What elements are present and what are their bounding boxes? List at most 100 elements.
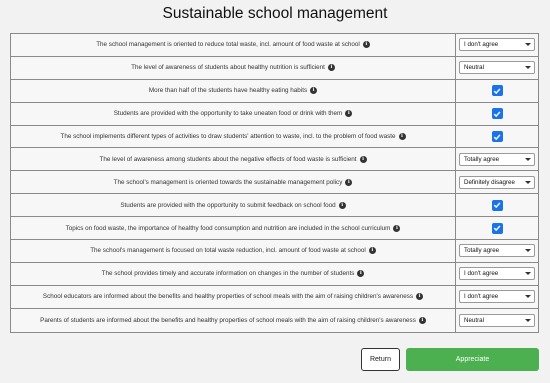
- answer-select[interactable]: Totally agree: [459, 244, 535, 258]
- info-icon[interactable]: i: [368, 247, 376, 255]
- chevron-down-icon: [525, 157, 531, 161]
- table-row: More than half of the students have heal…: [11, 79, 538, 103]
- question-cell: Students are provided with the opportuni…: [11, 102, 456, 125]
- answer-cell: Totally agree: [456, 148, 538, 170]
- question-cell: Topics on food waste, the importance of …: [11, 217, 456, 240]
- question-cell: The level of awareness of students about…: [11, 56, 456, 79]
- checkmark-icon: [493, 111, 501, 117]
- checkmark-icon: [493, 133, 501, 140]
- checkmark-icon: [493, 225, 501, 232]
- info-icon[interactable]: i: [362, 41, 370, 49]
- table-row: Students are provided with the opportuni…: [11, 194, 538, 218]
- answer-select[interactable]: I don't agree: [459, 267, 535, 281]
- chevron-down-icon: [525, 295, 531, 299]
- chevron-down-icon: [525, 43, 531, 47]
- table-row: Parents of students are informed about t…: [11, 308, 538, 332]
- question-cell: The school provides timely and accurate …: [11, 262, 456, 285]
- chevron-down-icon: [525, 249, 531, 253]
- table-row: The school provides timely and accurate …: [11, 262, 538, 286]
- table-row: School educators are informed about the …: [11, 285, 538, 309]
- answer-checkbox[interactable]: [491, 85, 503, 97]
- answer-checkbox[interactable]: [491, 199, 503, 211]
- info-icon[interactable]: i: [345, 110, 353, 118]
- answer-cell: Neutral: [456, 309, 538, 332]
- info-icon[interactable]: i: [416, 293, 424, 301]
- answer-select-value: Neutral: [464, 316, 484, 324]
- info-icon[interactable]: i: [359, 155, 367, 163]
- answer-select-value: I don't agree: [464, 41, 499, 49]
- survey-table: The school management is oriented to red…: [10, 33, 539, 333]
- answer-cell: [456, 80, 538, 102]
- question-text: The school provides timely and accurate …: [101, 270, 355, 278]
- answer-cell: I don't agree: [456, 286, 538, 308]
- question-cell: The school implements different types of…: [11, 125, 456, 148]
- question-cell: The level of awareness among students ab…: [11, 148, 456, 171]
- answer-select-value: Totally agree: [464, 247, 500, 255]
- info-icon[interactable]: i: [398, 133, 406, 140]
- question-text: School educators are informed about the …: [42, 293, 414, 301]
- answer-select-value: Totally agree: [464, 155, 500, 163]
- question-text: Topics on food waste, the importance of …: [65, 224, 391, 232]
- appreciate-button[interactable]: Appreciate: [406, 348, 539, 371]
- checkmark-icon: [493, 202, 501, 209]
- chevron-down-icon: [525, 66, 531, 70]
- chevron-down-icon: [525, 272, 531, 276]
- question-text: More than half of the students have heal…: [148, 87, 308, 95]
- info-icon[interactable]: i: [345, 178, 353, 186]
- question-text: The school's management is focused on to…: [90, 247, 366, 255]
- question-cell: The school's management is focused on to…: [11, 240, 456, 262]
- answer-select-value: Definitely disagree: [464, 178, 515, 186]
- info-icon[interactable]: i: [327, 64, 335, 72]
- answer-cell: [456, 217, 538, 239]
- answer-cell: Neutral: [456, 57, 538, 79]
- info-icon[interactable]: i: [338, 201, 346, 209]
- question-cell: The school's management is oriented towa…: [11, 171, 456, 194]
- question-cell: Parents of students are informed about t…: [11, 308, 456, 332]
- table-row: Students are provided with the opportuni…: [11, 102, 538, 126]
- answer-cell: I don't agree: [456, 34, 538, 56]
- info-icon[interactable]: i: [418, 316, 426, 324]
- answer-select[interactable]: Neutral: [459, 61, 535, 75]
- question-text: Parents of students are informed about t…: [40, 316, 416, 324]
- answer-checkbox[interactable]: [491, 222, 503, 234]
- table-row: The school management is oriented to red…: [11, 34, 538, 57]
- answer-checkbox[interactable]: [491, 108, 503, 120]
- answer-select[interactable]: I don't agree: [459, 290, 535, 304]
- table-row: The school's management is oriented towa…: [11, 171, 538, 195]
- answer-select[interactable]: Definitely disagree: [459, 175, 535, 189]
- question-cell: The school management is oriented to red…: [11, 34, 456, 56]
- question-text: The level of awareness of students about…: [131, 64, 325, 72]
- table-row: The school implements different types of…: [11, 125, 538, 149]
- question-text: The school management is oriented to red…: [96, 41, 360, 49]
- table-row: The level of awareness among students ab…: [11, 148, 538, 172]
- info-icon[interactable]: i: [393, 224, 401, 232]
- answer-cell: Definitely disagree: [456, 171, 538, 193]
- question-cell: More than half of the students have heal…: [11, 79, 456, 102]
- question-text: The level of awareness among students ab…: [99, 155, 357, 163]
- answer-cell: [456, 194, 538, 216]
- answer-select[interactable]: I don't agree: [459, 38, 535, 52]
- info-icon[interactable]: i: [357, 270, 365, 278]
- checkmark-icon: [493, 88, 501, 94]
- answer-select-value: I don't agree: [464, 293, 499, 301]
- answer-checkbox[interactable]: [491, 131, 503, 142]
- page-title: Sustainable school management: [162, 5, 388, 22]
- table-row: The level of awareness of students about…: [11, 56, 538, 80]
- return-button[interactable]: Return: [361, 348, 400, 371]
- answer-select[interactable]: Totally agree: [459, 152, 535, 166]
- chevron-down-icon: [525, 318, 531, 322]
- table-row: The school's management is focused on to…: [11, 240, 538, 263]
- table-row: Topics on food waste, the importance of …: [11, 217, 538, 241]
- answer-cell: Totally agree: [456, 240, 538, 262]
- answer-cell: [456, 103, 538, 125]
- answer-select-value: Neutral: [464, 64, 484, 72]
- answer-select-value: I don't agree: [464, 270, 499, 278]
- question-text: Students are provided with the opportuni…: [120, 201, 336, 209]
- answer-select[interactable]: Neutral: [459, 313, 535, 327]
- answer-cell: I don't agree: [456, 263, 538, 285]
- info-icon[interactable]: i: [310, 87, 318, 95]
- question-text: The school's management is oriented towa…: [113, 178, 343, 186]
- question-cell: School educators are informed about the …: [11, 285, 456, 308]
- answer-cell: [456, 126, 538, 148]
- question-cell: Students are provided with the opportuni…: [11, 194, 456, 217]
